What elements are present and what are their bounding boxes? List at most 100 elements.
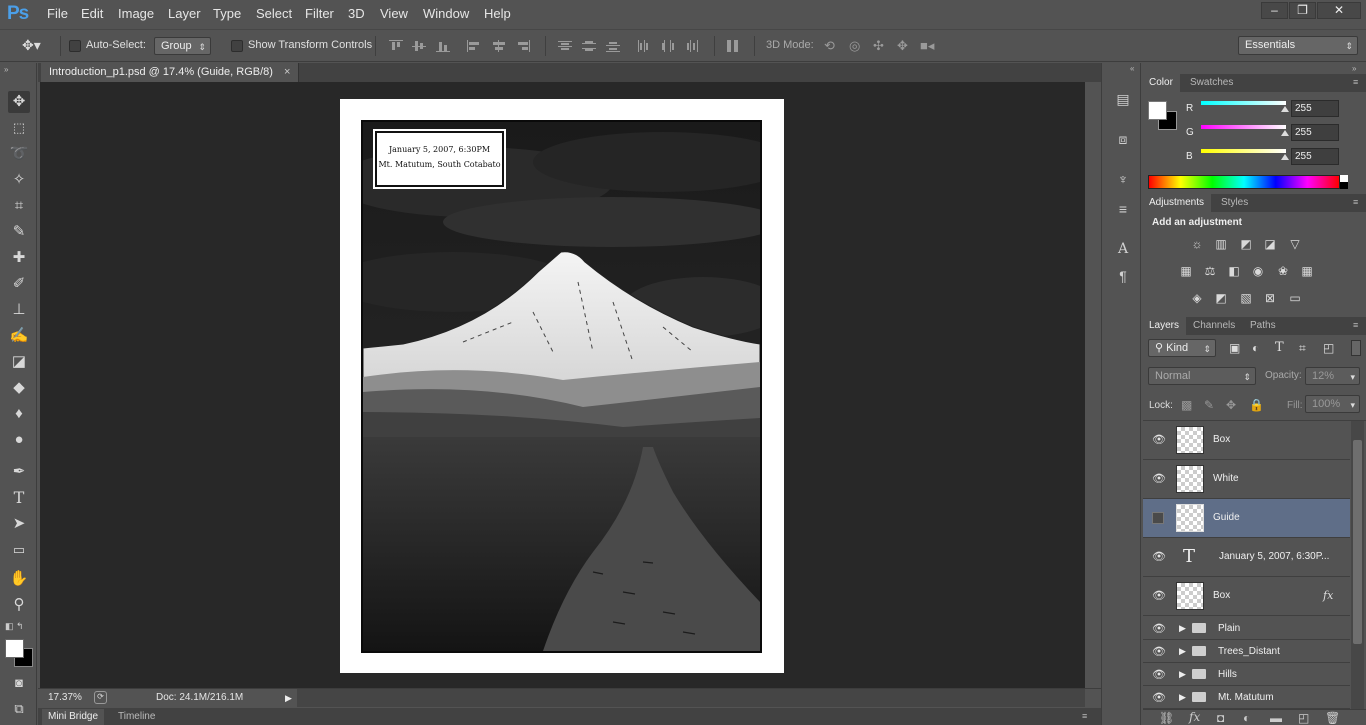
trash-icon[interactable]: 🗑 — [1325, 711, 1340, 725]
3d-rotate-icon[interactable]: ⟲ — [824, 38, 835, 54]
lasso-tool-icon[interactable]: ➰ — [8, 143, 30, 165]
align-top-icon[interactable] — [389, 40, 403, 52]
expand-arrow-icon[interactable]: ▶ — [1179, 623, 1186, 634]
tab-timeline[interactable]: Timeline — [112, 709, 161, 725]
document-tab[interactable]: Introduction_p1.psd @ 17.4% (Guide, RGB/… — [41, 63, 300, 82]
pen-tool-icon[interactable]: ✒ — [8, 461, 30, 483]
tab-layers[interactable]: Layers — [1142, 317, 1187, 335]
quick-mask-icon[interactable]: ◙ — [8, 672, 30, 694]
history-icon[interactable]: ▤ — [1114, 91, 1132, 109]
menu-layer[interactable]: Layer — [168, 6, 201, 21]
expand-arrow-icon[interactable]: ▶ — [1179, 692, 1186, 703]
ramp-white-swatch[interactable] — [1340, 175, 1348, 182]
layer-row[interactable]: 👁 Box — [1143, 421, 1350, 460]
threshold-icon[interactable]: ▧ — [1238, 291, 1254, 305]
filter-smart-object-icon[interactable]: ◰ — [1323, 341, 1334, 355]
new-layer-icon[interactable]: ◰ — [1298, 711, 1309, 725]
move-tool-icon[interactable]: ✥ — [8, 91, 30, 113]
show-transform-checkbox[interactable] — [231, 40, 243, 52]
blue-value-field[interactable]: 255 — [1291, 148, 1339, 165]
tab-channels[interactable]: Channels — [1186, 317, 1242, 335]
invert-icon[interactable]: ◈ — [1189, 291, 1205, 305]
character-icon[interactable]: A — [1114, 241, 1132, 259]
expand-arrow-icon[interactable]: ▶ — [1179, 669, 1186, 680]
foreground-color-swatch[interactable] — [5, 639, 24, 658]
brush-icon[interactable]: ≡ — [1114, 201, 1132, 219]
distribute-vcenter-icon[interactable] — [582, 40, 596, 52]
status-menu-arrow-icon[interactable]: ▶ — [285, 693, 292, 704]
visibility-eye-icon[interactable]: 👁 — [1152, 668, 1166, 681]
panel-menu-icon[interactable]: ≡ — [1082, 711, 1087, 721]
visibility-eye-icon[interactable]: 👁 — [1152, 645, 1166, 658]
visibility-eye-icon[interactable]: 👁 — [1152, 622, 1166, 635]
share-icon[interactable]: ⟳ — [94, 691, 107, 704]
color-spectrum-ramp[interactable] — [1148, 175, 1340, 189]
menu-image[interactable]: Image — [118, 6, 154, 21]
layer-row[interactable]: 👁 Box fx — [1143, 577, 1350, 616]
align-bottom-icon[interactable] — [436, 40, 450, 52]
visibility-eye-icon[interactable]: 👁 — [1152, 691, 1166, 704]
type-tool-icon[interactable]: T — [8, 487, 30, 509]
paint-bucket-tool-icon[interactable]: ◆ — [8, 377, 30, 399]
layer-row[interactable]: 👁 White — [1143, 460, 1350, 499]
color-lookup-icon[interactable]: ▦ — [1299, 264, 1315, 278]
panel-menu-icon[interactable]: ≡ — [1353, 197, 1358, 207]
layer-group-row[interactable]: 👁 ▶ Trees_Distant — [1143, 640, 1350, 663]
zoom-level[interactable]: 17.37% — [48, 692, 82, 703]
3d-slide-icon[interactable]: ✥ — [897, 38, 908, 54]
lock-all-icon[interactable]: 🔒 — [1249, 398, 1264, 412]
blue-slider[interactable] — [1201, 149, 1286, 153]
magic-wand-tool-icon[interactable]: ✧ — [8, 169, 30, 191]
minimize-button[interactable]: – — [1261, 2, 1288, 19]
color-balance-icon[interactable]: ⚖ — [1202, 264, 1218, 278]
green-slider[interactable] — [1201, 125, 1286, 129]
panel-menu-icon[interactable]: ≡ — [1353, 77, 1358, 87]
green-slider-knob[interactable] — [1281, 130, 1289, 136]
distribute-hcenter-icon[interactable] — [661, 40, 675, 52]
history-brush-tool-icon[interactable]: ✍ — [8, 325, 30, 347]
visibility-eye-icon[interactable]: 👁 — [1152, 433, 1166, 446]
menu-3d[interactable]: 3D — [348, 6, 365, 21]
3d-roll-icon[interactable]: ◎ — [849, 38, 860, 54]
close-button[interactable]: ✕ — [1317, 2, 1361, 19]
blend-mode-dropdown[interactable]: Normal ⇕ — [1148, 367, 1256, 385]
close-tab-icon[interactable]: × — [284, 66, 290, 78]
tab-adjustments[interactable]: Adjustments — [1142, 194, 1212, 212]
brush-presets-icon[interactable]: ♆ — [1114, 171, 1132, 189]
lock-image-icon[interactable]: ✎ — [1204, 398, 1214, 412]
collapse-arrows-icon[interactable]: « — [1130, 64, 1134, 73]
layer-row[interactable]: 👁 T January 5, 2007, 6:30P... — [1143, 538, 1350, 577]
ramp-black-swatch[interactable] — [1340, 182, 1348, 189]
add-style-icon[interactable]: fx — [1189, 710, 1200, 724]
caption-box[interactable]: January 5, 2007, 6:30PM Mt. Matutum, Sou… — [375, 131, 504, 187]
align-right-icon[interactable] — [516, 40, 530, 52]
color-foreground-swatch[interactable] — [1148, 101, 1167, 120]
add-mask-icon[interactable]: ◘ — [1217, 711, 1224, 725]
tab-swatches[interactable]: Swatches — [1183, 74, 1240, 92]
default-colors-icon[interactable]: ◧ ↰ — [5, 621, 24, 632]
tab-styles[interactable]: Styles — [1214, 194, 1255, 212]
filter-adjustment-icon[interactable]: ◐ — [1252, 341, 1259, 355]
eyedropper-tool-icon[interactable]: ✎ — [8, 221, 30, 243]
marquee-tool-icon[interactable]: ⬚ — [8, 117, 30, 139]
move-tool-preset-icon[interactable]: ✥▾ — [22, 37, 41, 54]
curves-icon[interactable]: ◩ — [1238, 237, 1254, 251]
crop-tool-icon[interactable]: ⌗ — [8, 195, 30, 217]
selective-color-icon[interactable]: ⊠ — [1262, 291, 1278, 305]
posterize-icon[interactable]: ◩ — [1213, 291, 1229, 305]
rectangle-tool-icon[interactable]: ▭ — [8, 539, 30, 561]
panel-menu-icon[interactable]: ≡ — [1353, 320, 1358, 330]
healing-brush-tool-icon[interactable]: ✚ — [8, 247, 30, 269]
collapse-arrows-icon[interactable]: » — [1352, 64, 1356, 73]
green-value-field[interactable]: 255 — [1291, 124, 1339, 141]
visibility-toggle-off[interactable] — [1152, 512, 1164, 524]
menu-window[interactable]: Window — [423, 6, 469, 21]
blue-slider-knob[interactable] — [1281, 154, 1289, 160]
blur-tool-icon[interactable]: ♦ — [8, 403, 30, 425]
photo-filter-icon[interactable]: ◉ — [1250, 264, 1266, 278]
menu-type[interactable]: Type — [213, 6, 241, 21]
path-selection-tool-icon[interactable]: ➤ — [8, 513, 30, 535]
gradient-map-icon[interactable]: ▭ — [1287, 291, 1303, 305]
3d-scale-icon[interactable]: ■◂ — [920, 38, 934, 54]
channel-mixer-icon[interactable]: ❀ — [1275, 264, 1291, 278]
